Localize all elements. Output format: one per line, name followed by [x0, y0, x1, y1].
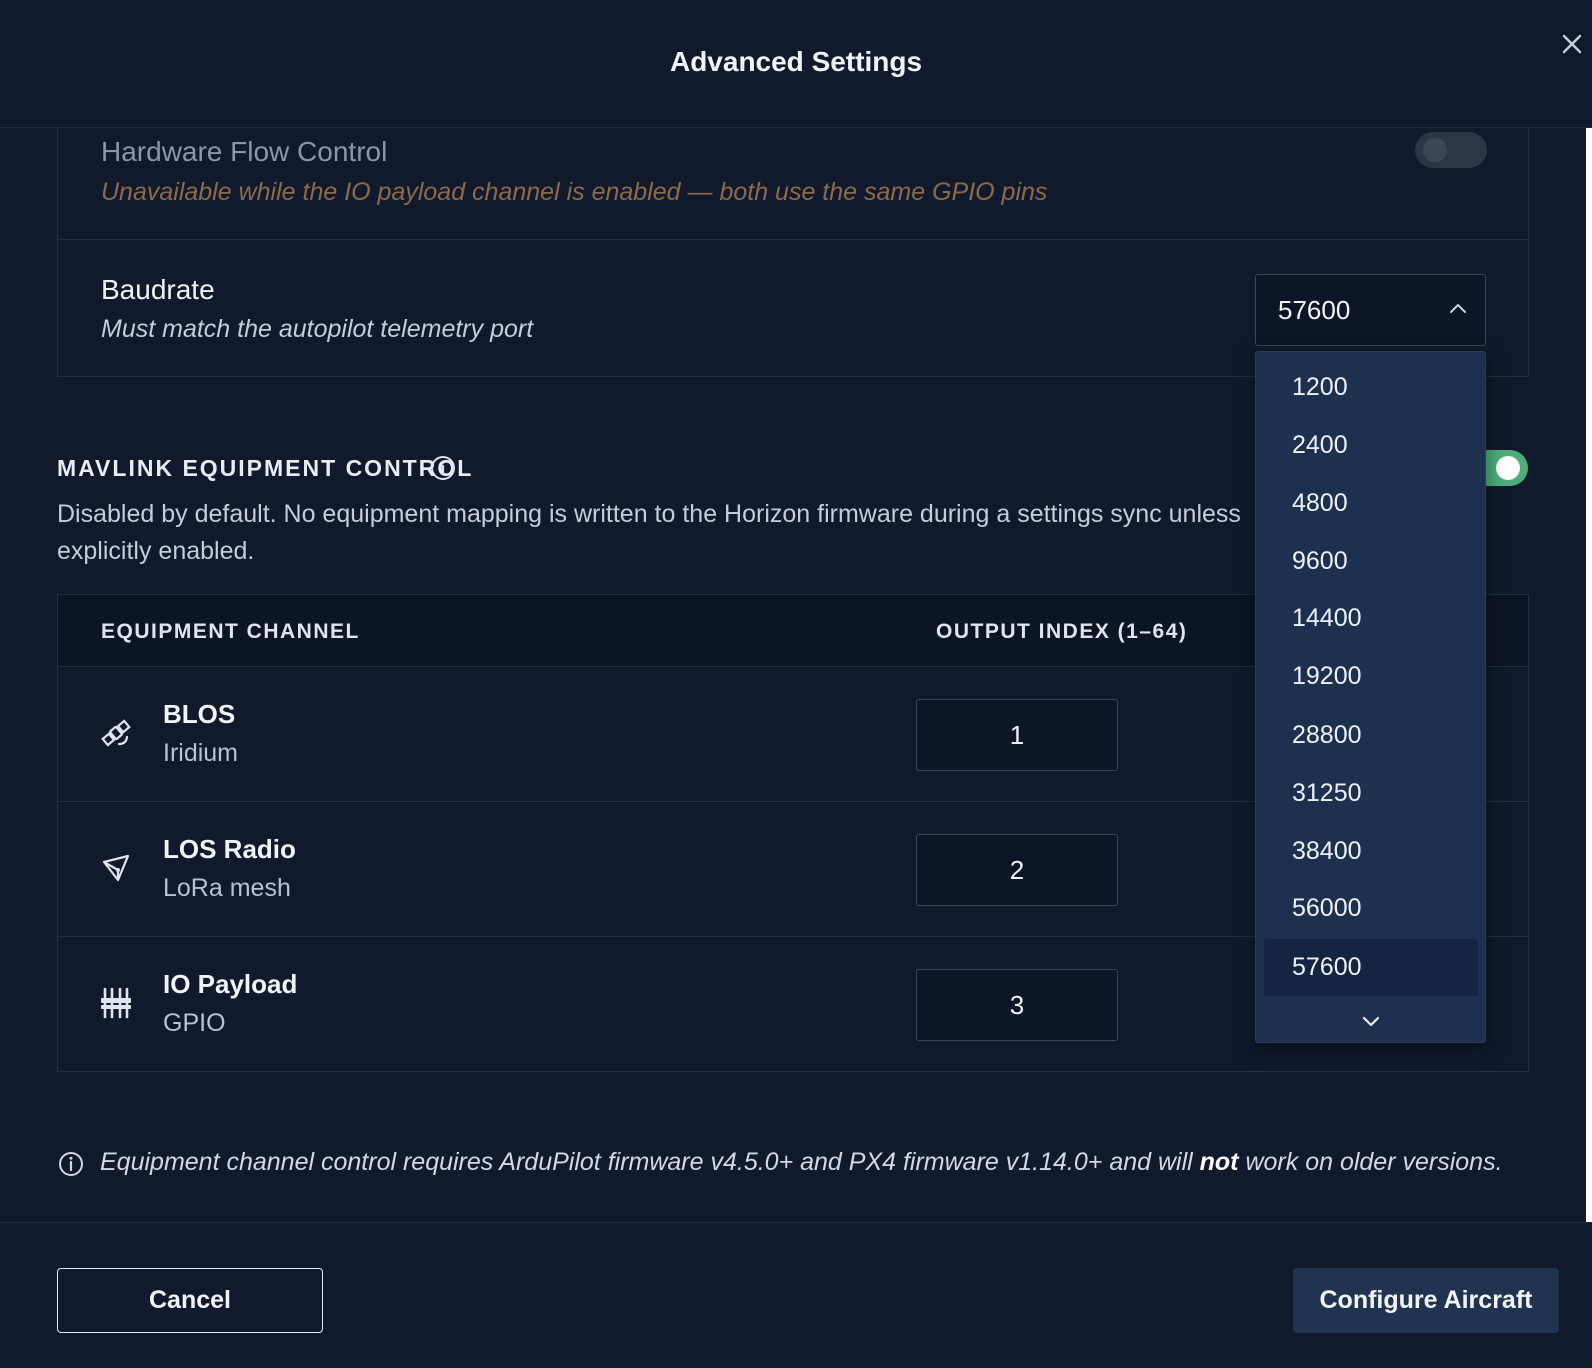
baudrate-option[interactable]: 2400: [1264, 417, 1478, 474]
sliders-icon: [101, 987, 131, 1019]
hardware-flow-control-title: Hardware Flow Control: [101, 136, 388, 167]
mavlink-section-title: MAVLINK EQUIPMENT CONTROL: [57, 455, 474, 481]
output-index-input-los-radio[interactable]: 2: [916, 834, 1118, 906]
row-name: LOS Radio: [163, 834, 296, 864]
row-name: BLOS: [163, 699, 236, 729]
toggle-knob: [1423, 138, 1447, 162]
info-icon[interactable]: [430, 455, 456, 481]
hardware-flow-control-row: Hardware Flow Control Unavailable while …: [57, 128, 1529, 240]
firmware-footnote: Equipment channel control requires ArduP…: [100, 1148, 1503, 1177]
baudrate-option-selected[interactable]: 57600: [1264, 939, 1478, 996]
close-icon: [1562, 34, 1582, 54]
baudrate-option[interactable]: 9600: [1264, 533, 1478, 590]
scrollbar[interactable]: [1586, 128, 1592, 1222]
baudrate-option[interactable]: 56000: [1264, 880, 1478, 937]
chevron-down-icon[interactable]: [1358, 1008, 1384, 1034]
row-subtitle: Iridium: [163, 739, 239, 767]
row-name: IO Payload: [163, 969, 298, 999]
chevron-up-icon: [1450, 304, 1466, 313]
dialog-footer: Cancel Configure Aircraft: [0, 1222, 1592, 1368]
satellite-icon: [101, 719, 131, 747]
hardware-flow-control-toggle[interactable]: [1415, 132, 1487, 168]
configure-aircraft-button[interactable]: Configure Aircraft: [1293, 1268, 1559, 1333]
baudrate-option[interactable]: 4800: [1264, 475, 1478, 532]
radio-antenna-icon: [102, 854, 130, 882]
output-index-input-io-payload[interactable]: 3: [916, 969, 1118, 1041]
footnote-text: Equipment channel control requires ArduP…: [100, 1148, 1200, 1176]
baudrate-option[interactable]: 31250: [1264, 765, 1478, 822]
toggle-knob: [1496, 456, 1520, 480]
header-output-index: OUTPUT INDEX (1–64): [936, 620, 1188, 643]
close-button[interactable]: [1558, 30, 1586, 58]
hardware-flow-control-warning: Unavailable while the IO payload channel…: [101, 178, 1048, 206]
row-subtitle: GPIO: [163, 1009, 226, 1037]
output-index-input-blos[interactable]: 1: [916, 699, 1118, 771]
info-icon: [59, 1152, 83, 1176]
baudrate-option[interactable]: 19200: [1264, 648, 1478, 705]
header-equipment-channel: EQUIPMENT CHANNEL: [101, 620, 360, 643]
baudrate-option[interactable]: 38400: [1264, 823, 1478, 880]
baudrate-title: Baudrate: [101, 274, 215, 305]
baudrate-subtitle: Must match the autopilot telemetry port: [101, 315, 534, 343]
baudrate-option[interactable]: 1200: [1264, 359, 1478, 416]
cancel-button[interactable]: Cancel: [57, 1268, 323, 1333]
baudrate-selected-value: 57600: [1278, 295, 1351, 325]
dialog-title: Advanced Settings: [669, 46, 923, 77]
baudrate-select[interactable]: 57600: [1255, 274, 1486, 346]
footnote-text-end: work on older versions.: [1238, 1148, 1503, 1176]
baudrate-option[interactable]: 28800: [1264, 707, 1478, 764]
dialog-header: Advanced Settings: [0, 0, 1592, 128]
baudrate-dropdown-menu: 1200 2400 4800 9600 14400 19200 28800 31…: [1255, 351, 1486, 1043]
footnote-emphasis: not: [1199, 1148, 1239, 1176]
baudrate-option[interactable]: 14400: [1264, 590, 1478, 647]
row-subtitle: LoRa mesh: [163, 874, 291, 902]
mavlink-description: Disabled by default. No equipment mappin…: [57, 500, 1241, 565]
